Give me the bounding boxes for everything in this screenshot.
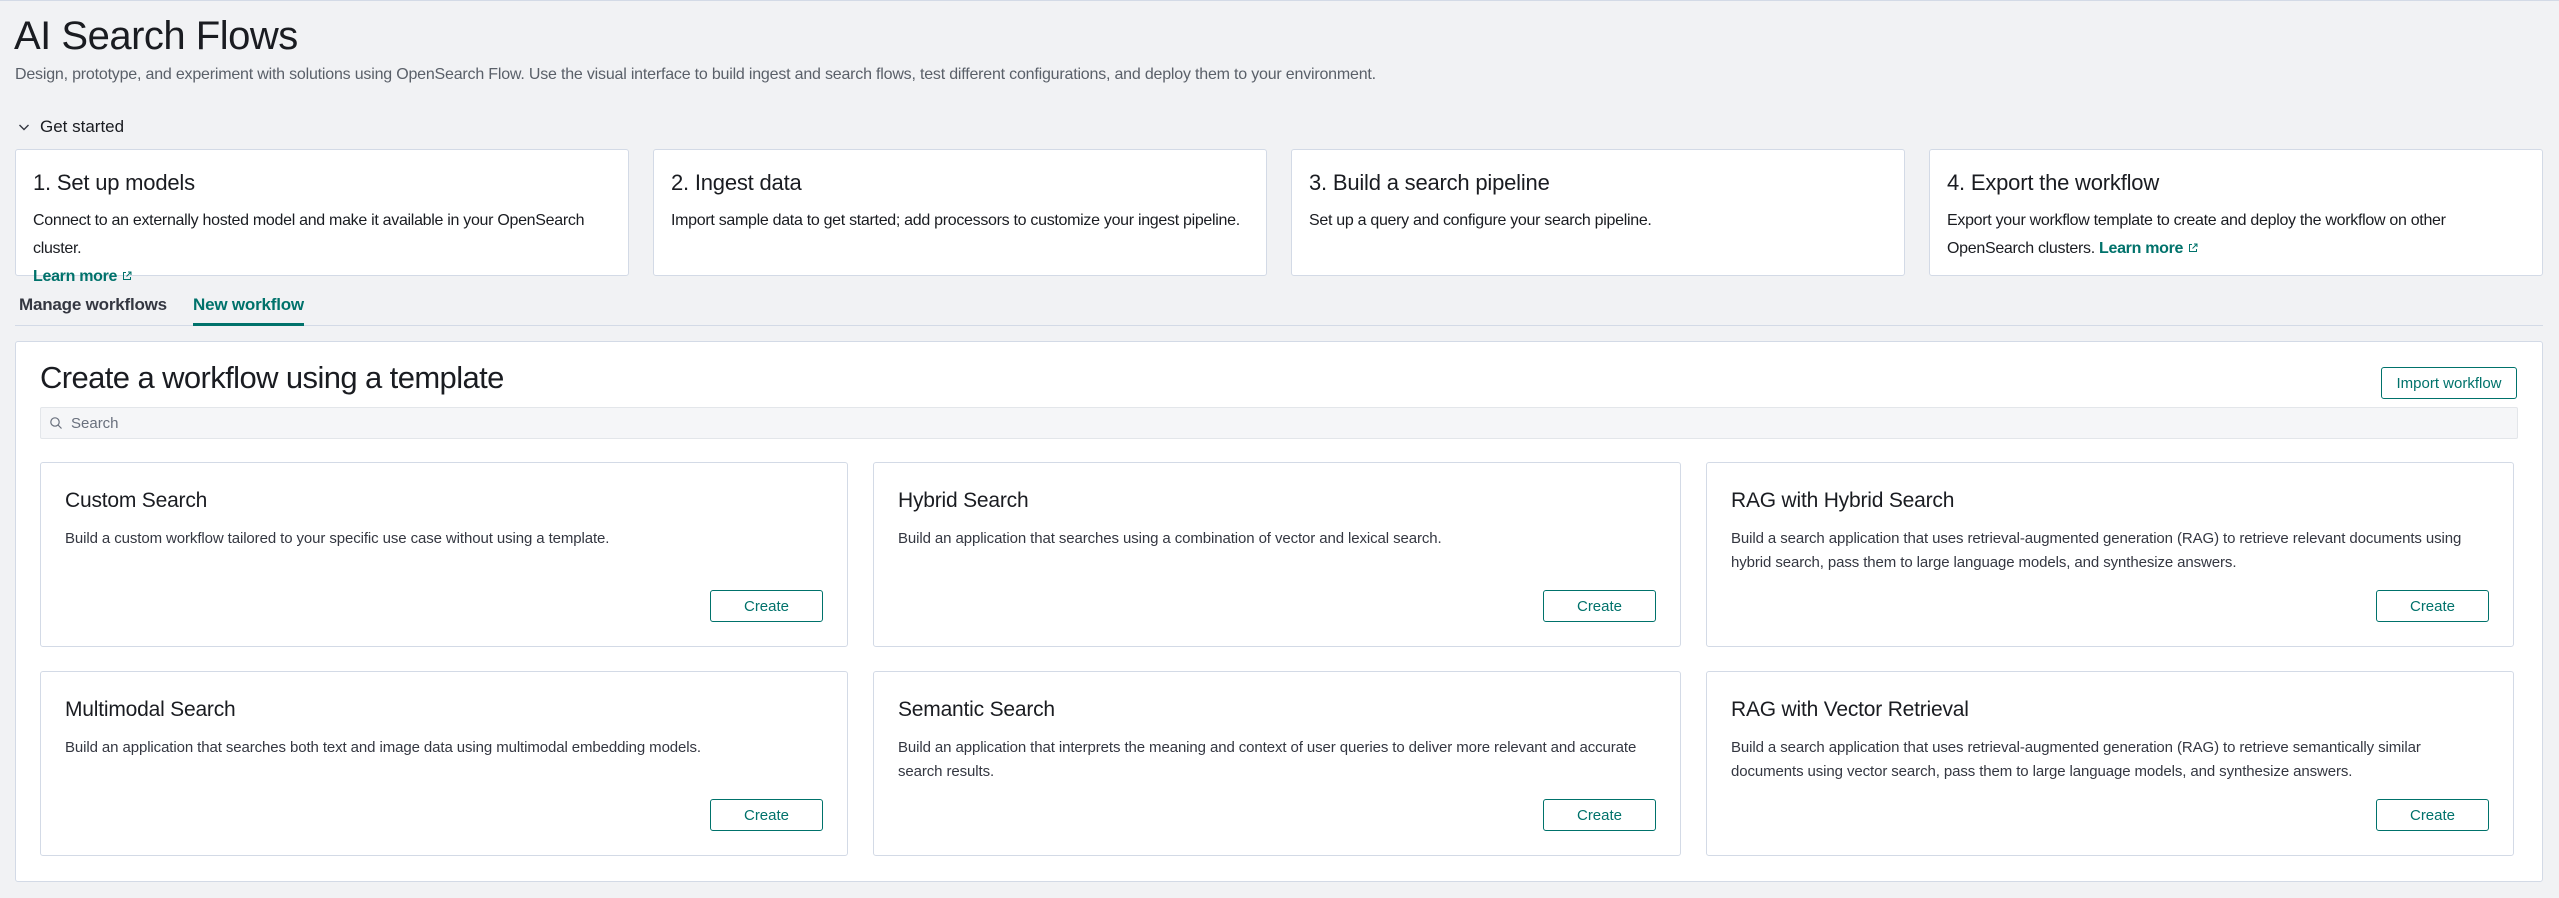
- step-text-content: Connect to an externally hosted model an…: [33, 212, 585, 257]
- step-text: Set up a query and configure your search…: [1309, 212, 1652, 229]
- template-search-field[interactable]: [40, 407, 2518, 439]
- template-title: Hybrid Search: [898, 489, 1029, 512]
- get-started-label: Get started: [40, 117, 125, 136]
- search-input[interactable]: [71, 414, 2471, 432]
- template-panel: Create a workflow using a template Impor…: [15, 341, 2543, 882]
- create-button[interactable]: Create: [2376, 799, 2489, 831]
- template-card-semantic-search: Semantic Search Build an application tha…: [873, 671, 1681, 856]
- page-description: Design, prototype, and experiment with s…: [15, 66, 1376, 83]
- step-text: Import sample data to get started; add p…: [671, 212, 1240, 229]
- template-description: Build a search application that uses ret…: [1731, 739, 2421, 780]
- external-link-icon: [123, 271, 132, 280]
- create-button[interactable]: Create: [2376, 590, 2489, 622]
- step-card-set-up-models: 1. Set up models Connect to an externall…: [15, 149, 629, 285]
- template-title: Custom Search: [65, 489, 208, 512]
- template-card-rag-vector-retrieval: RAG with Vector Retrieval Build a search…: [1706, 671, 2514, 856]
- panel-title: Create a workflow using a template: [40, 360, 504, 395]
- import-workflow-button[interactable]: Import workflow: [2381, 367, 2517, 399]
- tab-new-workflow[interactable]: New workflow: [193, 288, 304, 326]
- template-description: Build a custom workflow tailored to your…: [65, 530, 610, 547]
- template-description: Build a search application that uses ret…: [1731, 530, 2462, 571]
- step-title: 1. Set up models: [33, 170, 195, 195]
- step-title: 4. Export the workflow: [1947, 170, 2160, 195]
- template-description: Build an application that searches both …: [65, 739, 701, 756]
- learn-more-link[interactable]: Learn more: [33, 268, 133, 285]
- create-button[interactable]: Create: [710, 590, 823, 622]
- template-title: Multimodal Search: [65, 698, 236, 721]
- step-title: 2. Ingest data: [671, 170, 802, 195]
- step-card-ingest-data: 2. Ingest data Import sample data to get…: [653, 149, 1267, 276]
- create-button[interactable]: Create: [1543, 799, 1656, 831]
- template-description: Build an application that interprets the…: [898, 739, 1637, 780]
- get-started-toggle[interactable]: Get started: [16, 115, 124, 139]
- learn-more-label: Learn more: [2099, 240, 2184, 257]
- step-card-export-workflow: 4. Export the workflow Export your workf…: [1929, 149, 2543, 276]
- learn-more-link[interactable]: Learn more: [2099, 240, 2199, 257]
- step-card-build-search-pipeline: 3. Build a search pipeline Set up a quer…: [1291, 149, 1905, 276]
- template-description: Build an application that searches using…: [898, 530, 1442, 547]
- external-link-icon: [2189, 243, 2198, 252]
- step-text: Export your workflow template to create …: [1947, 207, 2526, 263]
- top-divider: [0, 0, 2559, 1]
- learn-more-label: Learn more: [33, 268, 118, 285]
- template-title: RAG with Hybrid Search: [1731, 489, 1955, 512]
- template-card-custom-search: Custom Search Build a custom workflow ta…: [40, 462, 848, 647]
- create-button[interactable]: Create: [1543, 590, 1656, 622]
- page-title: AI Search Flows: [14, 14, 298, 58]
- get-started-steps: 1. Set up models Connect to an externall…: [15, 149, 2543, 285]
- template-title: Semantic Search: [898, 698, 1055, 721]
- template-card-rag-hybrid-search: RAG with Hybrid Search Build a search ap…: [1706, 462, 2514, 647]
- create-button[interactable]: Create: [710, 799, 823, 831]
- chevron-down-icon: [19, 124, 29, 131]
- template-card-multimodal-search: Multimodal Search Build an application t…: [40, 671, 848, 856]
- step-title: 3. Build a search pipeline: [1309, 170, 1550, 195]
- workflow-tabs: Manage workflows New workflow: [15, 288, 2543, 326]
- step-text: Connect to an externally hosted model an…: [33, 207, 612, 291]
- tab-manage-workflows[interactable]: Manage workflows: [19, 288, 167, 326]
- search-icon: [50, 417, 62, 429]
- template-title: RAG with Vector Retrieval: [1731, 698, 1969, 721]
- template-card-hybrid-search: Hybrid Search Build an application that …: [873, 462, 1681, 647]
